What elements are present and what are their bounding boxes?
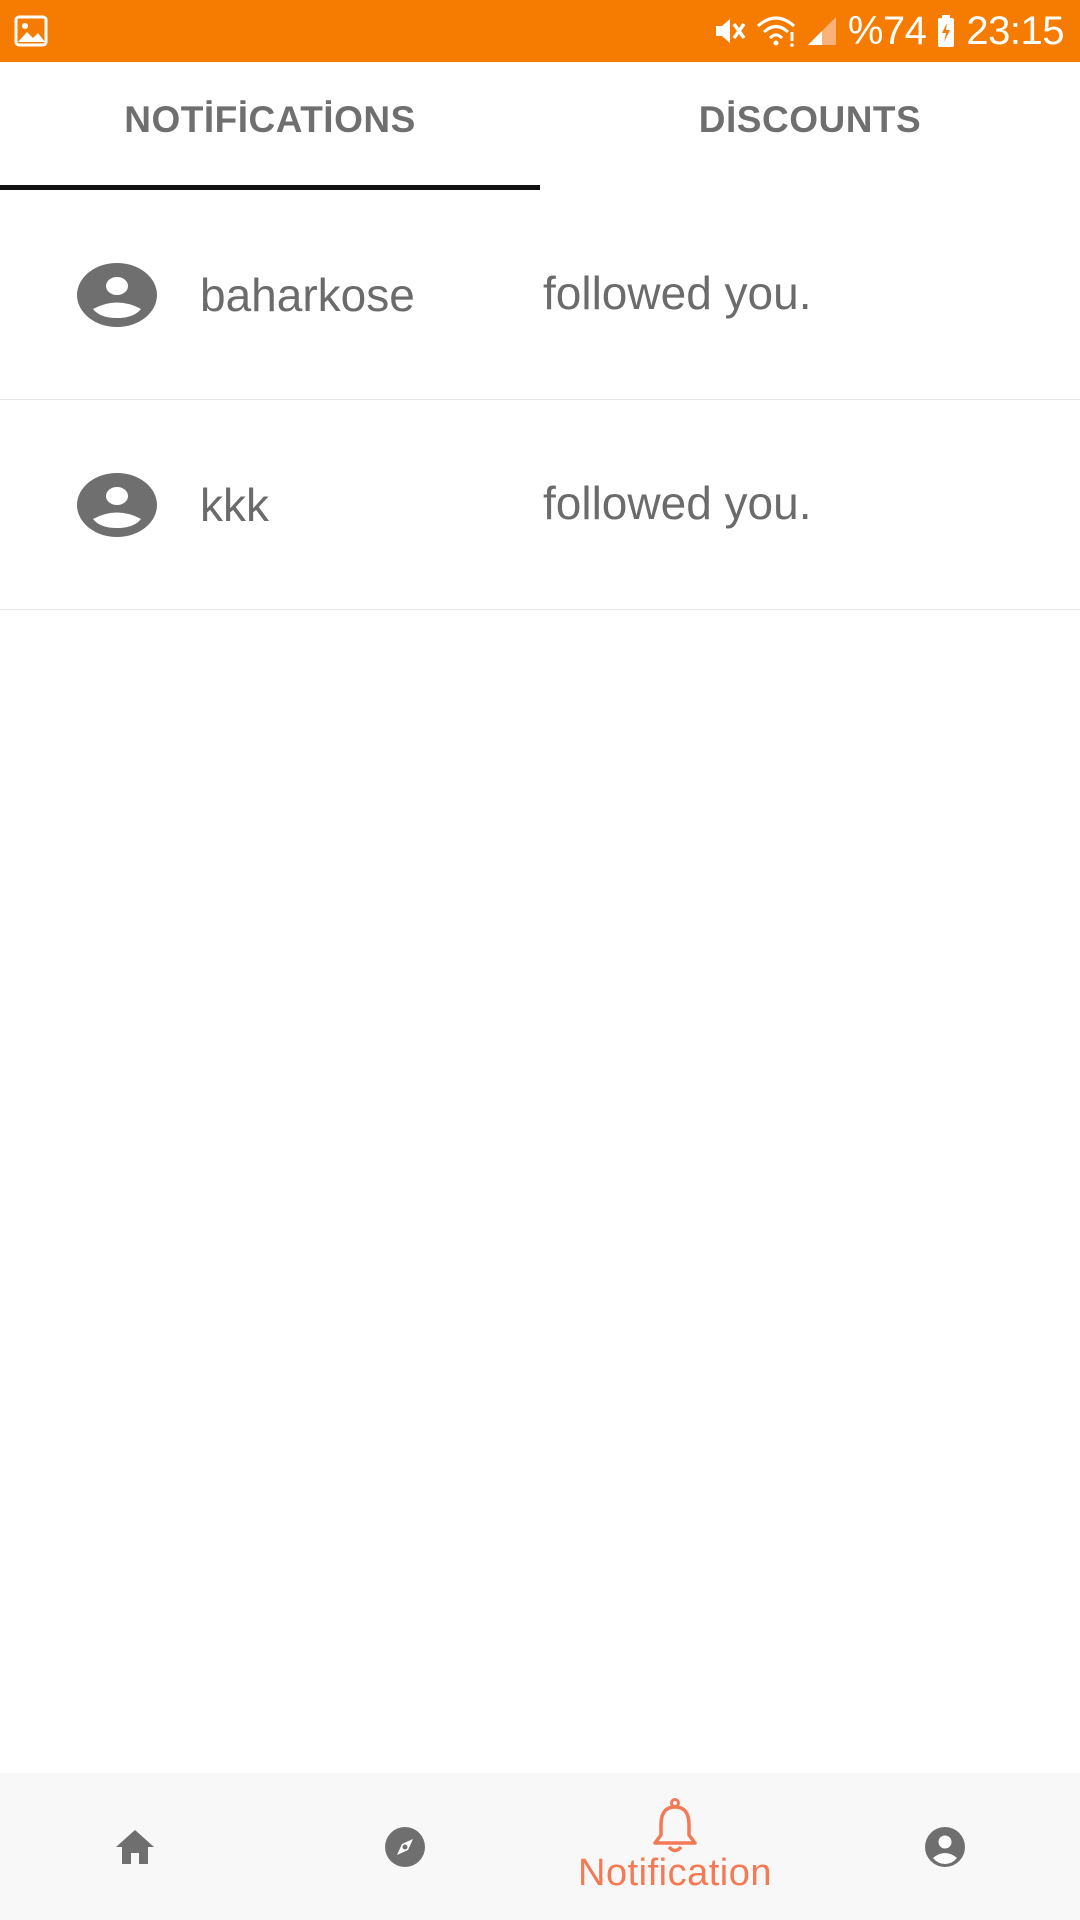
tab-notifications[interactable]: NOTİFİCATİONS — [0, 62, 540, 190]
battery-charging-icon — [936, 14, 956, 48]
battery-percentage: %74 — [847, 8, 927, 53]
screen: %74 23:15 NOTİFİCATİONS DİSCOUNTS bahark… — [0, 0, 1080, 1920]
status-bar: %74 23:15 — [0, 0, 1080, 62]
nav-explore[interactable] — [270, 1773, 540, 1920]
notification-message: followed you. — [543, 476, 812, 529]
notification-username[interactable]: baharkose — [200, 268, 415, 322]
avatar-icon — [76, 262, 158, 328]
bell-icon — [652, 1798, 698, 1854]
nav-notification[interactable]: Notification — [540, 1773, 810, 1920]
gallery-icon — [14, 15, 48, 47]
avatar-icon — [76, 472, 158, 538]
notification-list: baharkose followed you. kkk followed you… — [0, 190, 1080, 610]
mute-icon — [712, 14, 746, 48]
status-left — [14, 15, 48, 47]
account-icon — [924, 1826, 966, 1868]
tab-discounts[interactable]: DİSCOUNTS — [540, 62, 1080, 190]
list-item[interactable]: baharkose followed you. — [0, 190, 1080, 400]
clock: 23:15 — [966, 8, 1064, 53]
signal-icon — [806, 15, 838, 47]
home-icon — [114, 1827, 156, 1867]
compass-icon — [384, 1826, 426, 1868]
nav-profile[interactable] — [810, 1773, 1080, 1920]
list-item[interactable]: kkk followed you. — [0, 400, 1080, 610]
nav-home[interactable] — [0, 1773, 270, 1920]
wifi-icon — [756, 14, 796, 48]
tab-notifications-label: NOTİFİCATİONS — [124, 99, 416, 140]
tab-discounts-label: DİSCOUNTS — [698, 99, 922, 140]
tab-bar: NOTİFİCATİONS DİSCOUNTS — [0, 62, 1080, 190]
notification-message: followed you. — [543, 266, 812, 319]
status-right: %74 23:15 — [712, 9, 1064, 54]
nav-notification-label: Notification — [578, 1852, 772, 1894]
bottom-navigation: Notification — [0, 1773, 1080, 1920]
notification-username[interactable]: kkk — [200, 478, 269, 532]
